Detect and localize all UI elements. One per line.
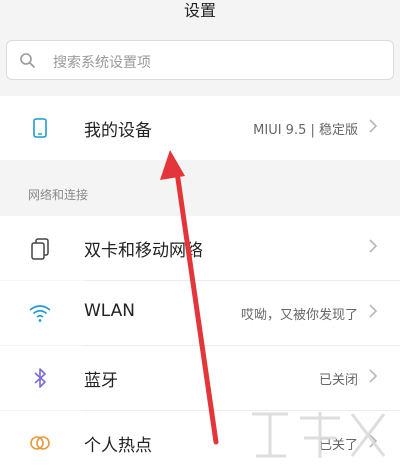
watermark-logo [252,412,386,458]
annotation-arrow [160,150,219,445]
